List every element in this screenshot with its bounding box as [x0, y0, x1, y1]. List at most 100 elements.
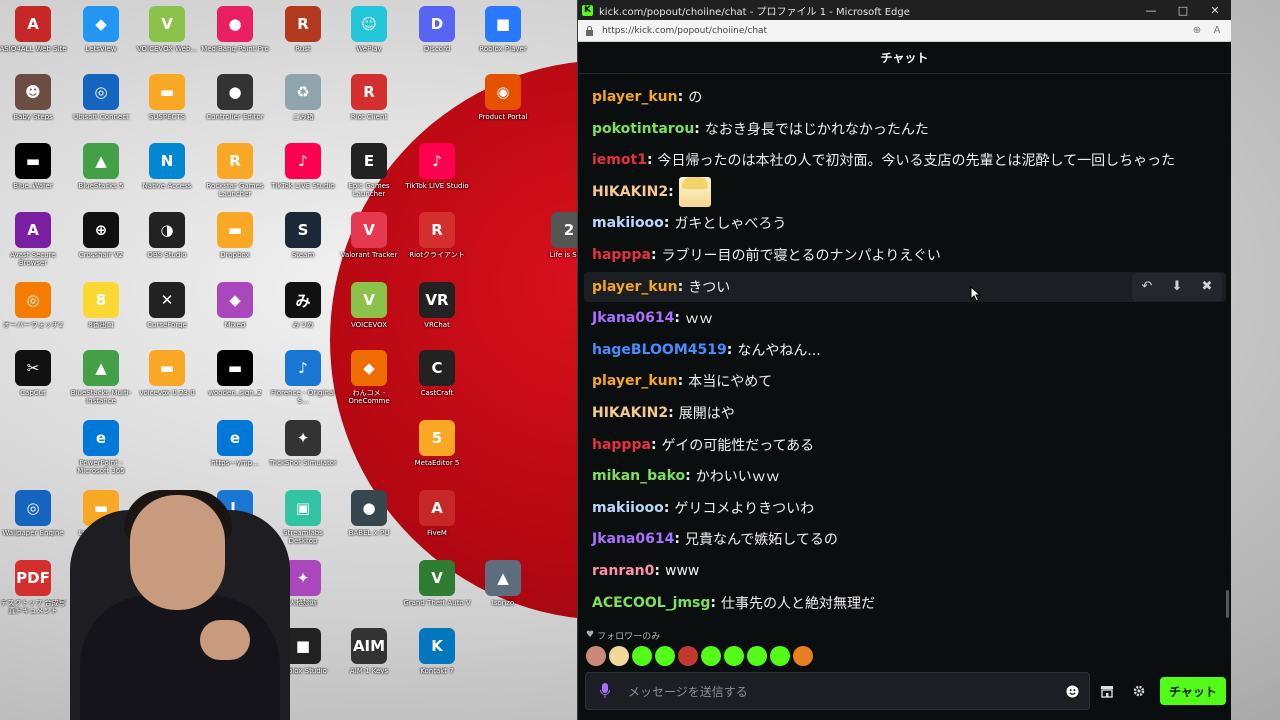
desktop-icon[interactable]: R Rockstar Games Launcher — [200, 143, 270, 198]
chat-input[interactable]: メッセージを送信する — [585, 672, 1090, 710]
desktop-icon[interactable]: ◆ Mixed — [200, 282, 270, 329]
desktop-icon[interactable]: S Steam — [268, 212, 338, 259]
desktop-icon[interactable]: e PowerPoint - Microsoft 365 — [66, 420, 136, 475]
chat-username[interactable]: iemot1 — [592, 152, 647, 168]
chat-message[interactable]: player_kun: の — [584, 82, 1226, 112]
gear-icon[interactable] — [1124, 676, 1154, 706]
desktop-icon[interactable]: A Avast Secure Browser — [0, 212, 68, 267]
send-button[interactable]: チャット — [1160, 677, 1226, 705]
desktop-icon[interactable]: E Epic Games Launcher — [334, 143, 404, 198]
desktop-icon[interactable]: ● BABEL x PU — [334, 490, 404, 537]
desktop-icon[interactable]: ◎ Wallpaper Engine — [0, 490, 68, 537]
desktop-icon[interactable]: ☻ Baby Steps — [0, 74, 68, 121]
desktop-icon[interactable]: N Native Access — [132, 143, 202, 190]
window-titlebar[interactable]: K kick.com/popout/choiine/chat - プロファイル … — [578, 0, 1231, 20]
chat-message[interactable]: HIKAKIN2: — [584, 176, 1226, 207]
chat-message[interactable]: mikan_bako: かわいいｗｗ — [584, 461, 1226, 491]
desktop-icon[interactable]: V VOICEVOX Web... — [132, 6, 202, 53]
desktop-icon[interactable]: ⊕ Crosshair V2 — [66, 212, 136, 259]
desktop-icon[interactable]: VR VRChat — [402, 282, 472, 329]
desktop-icon[interactable]: ✦ TrickShot Simulator — [268, 420, 338, 467]
desktop-icon[interactable]: ▬ Dropbox — [200, 212, 270, 259]
chat-username[interactable]: HIKAKIN2 — [592, 184, 668, 200]
chat-username[interactable]: pokotintarou — [592, 121, 694, 137]
emoji-icon[interactable] — [1061, 680, 1083, 702]
desktop-icon[interactable]: ◆ わんコメ - OneComme — [334, 350, 404, 405]
desktop-icon[interactable]: K Kontakt 7 — [402, 628, 472, 675]
chat-username[interactable]: ACECOOL_jmsg — [592, 595, 710, 611]
desktop-icon[interactable]: ♪ TikTok LIVE Studio — [268, 143, 338, 190]
minimize-icon[interactable]: — — [1135, 0, 1167, 20]
desktop-icon[interactable]: 8 8番出口 — [66, 282, 136, 329]
chat-username[interactable]: player_kun — [592, 89, 678, 105]
chat-message[interactable]: happpa: ゲイの可能性だってある — [584, 430, 1226, 460]
delete-icon[interactable]: ✖ — [1192, 273, 1222, 301]
maximize-icon[interactable]: □ — [1167, 0, 1199, 20]
desktop-icon[interactable]: ✂ CapCut — [0, 350, 68, 397]
chat-username[interactable]: Jkana0614 — [592, 531, 674, 547]
chat-message[interactable]: pokotintarou: なおき身長ではじかれなかったんた — [584, 114, 1226, 144]
chat-username[interactable]: makiiooo — [592, 500, 664, 516]
desktop-icon[interactable]: ◆ LetsView — [66, 6, 136, 53]
desktop-icon[interactable]: R Riot Client — [334, 74, 404, 121]
chat-message[interactable]: Jkana0614: ｗｗ — [584, 303, 1226, 333]
desktop-icon[interactable]: ▲ BlueStacks 5 — [66, 143, 136, 190]
chat-username[interactable]: happpa — [592, 247, 651, 263]
chat-message[interactable]: player_kun: 本当にやめて — [584, 366, 1226, 396]
desktop-icon[interactable]: C CastCraft — [402, 350, 472, 397]
desktop-icon[interactable]: ● MediBang Paint Pro — [200, 6, 270, 53]
desktop-icon[interactable]: ◎ Ubisoft Connect — [66, 74, 136, 121]
chat-message[interactable]: makiiooo: ガキとしゃべろう — [584, 208, 1226, 238]
desktop-icon[interactable]: ♪ Florence - Original S... — [268, 350, 338, 405]
desktop-icon[interactable]: ◉ Product Portal — [468, 74, 538, 121]
chat-message[interactable]: iemot1: 今日帰ったのは本社の人で初対面。今いる支店の先輩とは泥酔して一回し… — [584, 145, 1226, 175]
desktop-icon[interactable]: ♪ TikTok LIVE Studio — [402, 143, 472, 190]
chat-message-list[interactable]: player_kun: の pokotintarou: なおき身長ではじかれなかったん… — [578, 82, 1232, 620]
emote-3[interactable] — [632, 646, 652, 666]
chat-username[interactable]: Jkana0614 — [592, 310, 674, 326]
desktop-icon[interactable]: ♻ ごみ箱 — [268, 74, 338, 121]
emote-4[interactable] — [655, 646, 675, 666]
close-icon[interactable]: ✕ — [1199, 0, 1231, 20]
desktop-icon[interactable]: R Riotクライアント — [402, 212, 472, 259]
desktop-icon[interactable]: ▲ BlueStacks Multi-Instance — [66, 350, 136, 405]
chat-message[interactable]: ranran0: www — [584, 556, 1226, 586]
chat-message[interactable]: ACECOOL_jmsg: 仕事先の人と絶対無理だ — [584, 588, 1226, 618]
desktop-icon[interactable]: ▬ voicevox 0.23.0 — [132, 350, 202, 397]
desktop-icon[interactable]: ● Controller Editor — [200, 74, 270, 121]
emote-8[interactable] — [747, 646, 767, 666]
zoom-icon[interactable]: ⊕ — [1189, 23, 1205, 39]
desktop-icon[interactable]: 5 MetaEditor 5 — [402, 420, 472, 467]
chat-username[interactable]: makiiooo — [592, 215, 664, 231]
emote-1[interactable] — [586, 646, 606, 666]
chat-message[interactable]: player_kun: きつい ↶ ⬇ ✖ — [584, 271, 1226, 302]
desktop-icon[interactable]: AIM AIM 1 Keys — [334, 628, 404, 675]
read-aloud-icon[interactable]: A — [1209, 23, 1225, 39]
desktop-icon[interactable]: ▬ SUSPECTS — [132, 74, 202, 121]
chat-message[interactable]: Jkana0614: 兄貴なんで嫉妬してるの — [584, 524, 1226, 554]
desktop-icon[interactable]: ▲ Isonzo — [468, 560, 538, 607]
desktop-icon[interactable]: ☺ WePlay — [334, 6, 404, 53]
emote-10[interactable] — [793, 646, 813, 666]
reply-icon[interactable]: ↶ — [1132, 273, 1162, 301]
desktop-icon[interactable]: ◎ オーバーウォッチ2 — [0, 282, 68, 329]
emote-2[interactable] — [609, 646, 629, 666]
desktop-icon[interactable]: ■ Roblox Player — [468, 6, 538, 53]
chat-username[interactable]: mikan_bako — [592, 468, 685, 484]
chat-username[interactable]: HIKAKIN2 — [592, 405, 668, 421]
emote-7[interactable] — [724, 646, 744, 666]
desktop-icon[interactable]: みみつめ — [268, 282, 338, 329]
desktop-icon[interactable]: ▬ Blue_Wafer — [0, 143, 68, 190]
desktop-icon[interactable]: ▬ wooden_sign_2 — [200, 350, 270, 397]
desktop-icon[interactable]: PDF デスクトップ 合成写真ドキュメント — [0, 560, 68, 615]
chat-message[interactable]: HIKAKIN2: 展開はや — [584, 398, 1226, 428]
store-icon[interactable] — [1092, 676, 1122, 706]
pin-icon[interactable]: ⬇ — [1162, 273, 1192, 301]
url-text[interactable]: https://kick.com/popout/choiine/chat — [602, 26, 1185, 36]
chat-username[interactable]: ranran0 — [592, 563, 654, 579]
desktop-icon[interactable]: e https---ymp... — [200, 420, 270, 467]
microphone-icon[interactable] — [596, 682, 614, 700]
chat-username[interactable]: hageBLOOM4519 — [592, 342, 727, 358]
address-bar[interactable]: https://kick.com/popout/choiine/chat ⊕ A — [578, 20, 1231, 42]
chat-username[interactable]: player_kun — [592, 373, 678, 389]
